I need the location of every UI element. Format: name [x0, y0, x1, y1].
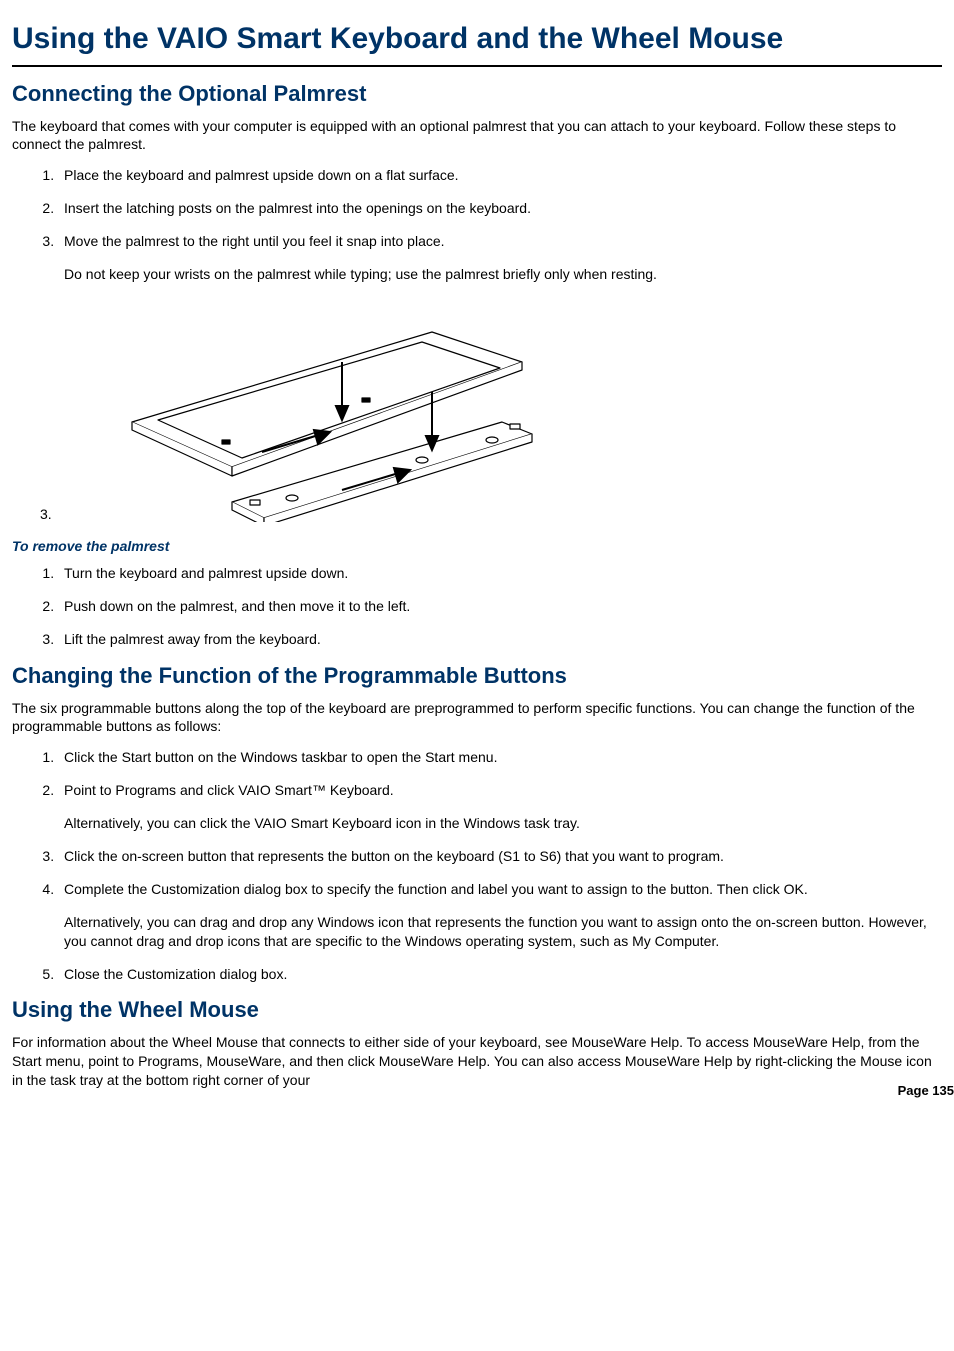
prog-step-5: Close the Customization dialog box. [58, 965, 942, 984]
prog-step-1: Click the Start button on the Windows ta… [58, 748, 942, 767]
section-connecting-heading: Connecting the Optional Palmrest [12, 81, 942, 107]
page-number: Page 135 [898, 1083, 954, 1098]
connect-step-1: Place the keyboard and palmrest upside d… [58, 166, 942, 185]
programmable-steps-list: Click the Start button on the Windows ta… [12, 748, 942, 983]
prog-step-4-text: Complete the Customization dialog box to… [64, 881, 808, 897]
stray-list-number: 3. [40, 506, 52, 522]
prog-step-2-alt: Alternatively, you can click the VAIO Sm… [64, 814, 942, 833]
section-programmable-heading: Changing the Function of the Programmabl… [12, 663, 942, 689]
prog-step-2-text: Point to Programs and click VAIO Smart™ … [64, 782, 394, 798]
connect-steps-list: Place the keyboard and palmrest upside d… [12, 166, 942, 284]
prog-step-4-alt: Alternatively, you can drag and drop any… [64, 913, 942, 951]
title-divider [12, 65, 942, 67]
connect-step-2: Insert the latching posts on the palmres… [58, 199, 598, 218]
keyboard-palmrest-figure [92, 302, 552, 522]
figure-block: 3. [12, 302, 942, 522]
connect-step-3-note: Do not keep your wrists on the palmrest … [64, 265, 784, 284]
remove-steps-list: Turn the keyboard and palmrest upside do… [12, 564, 942, 649]
section-wheelmouse-heading: Using the Wheel Mouse [12, 997, 942, 1023]
prog-step-4: Complete the Customization dialog box to… [58, 880, 942, 951]
remove-palmrest-heading: To remove the palmrest [12, 538, 942, 554]
prog-step-2: Point to Programs and click VAIO Smart™ … [58, 781, 942, 833]
section-wheelmouse-intro: For information about the Wheel Mouse th… [12, 1033, 942, 1090]
document-title: Using the VAIO Smart Keyboard and the Wh… [12, 22, 942, 57]
section-connecting-intro: The keyboard that comes with your comput… [12, 117, 942, 155]
remove-step-1: Turn the keyboard and palmrest upside do… [58, 564, 942, 583]
section-programmable-intro: The six programmable buttons along the t… [12, 699, 942, 737]
remove-step-3: Lift the palmrest away from the keyboard… [58, 630, 942, 649]
connect-step-3: Move the palmrest to the right until you… [58, 232, 942, 284]
connect-step-3-text: Move the palmrest to the right until you… [64, 233, 445, 249]
prog-step-3: Click the on-screen button that represen… [58, 847, 942, 866]
remove-step-2: Push down on the palmrest, and then move… [58, 597, 942, 616]
